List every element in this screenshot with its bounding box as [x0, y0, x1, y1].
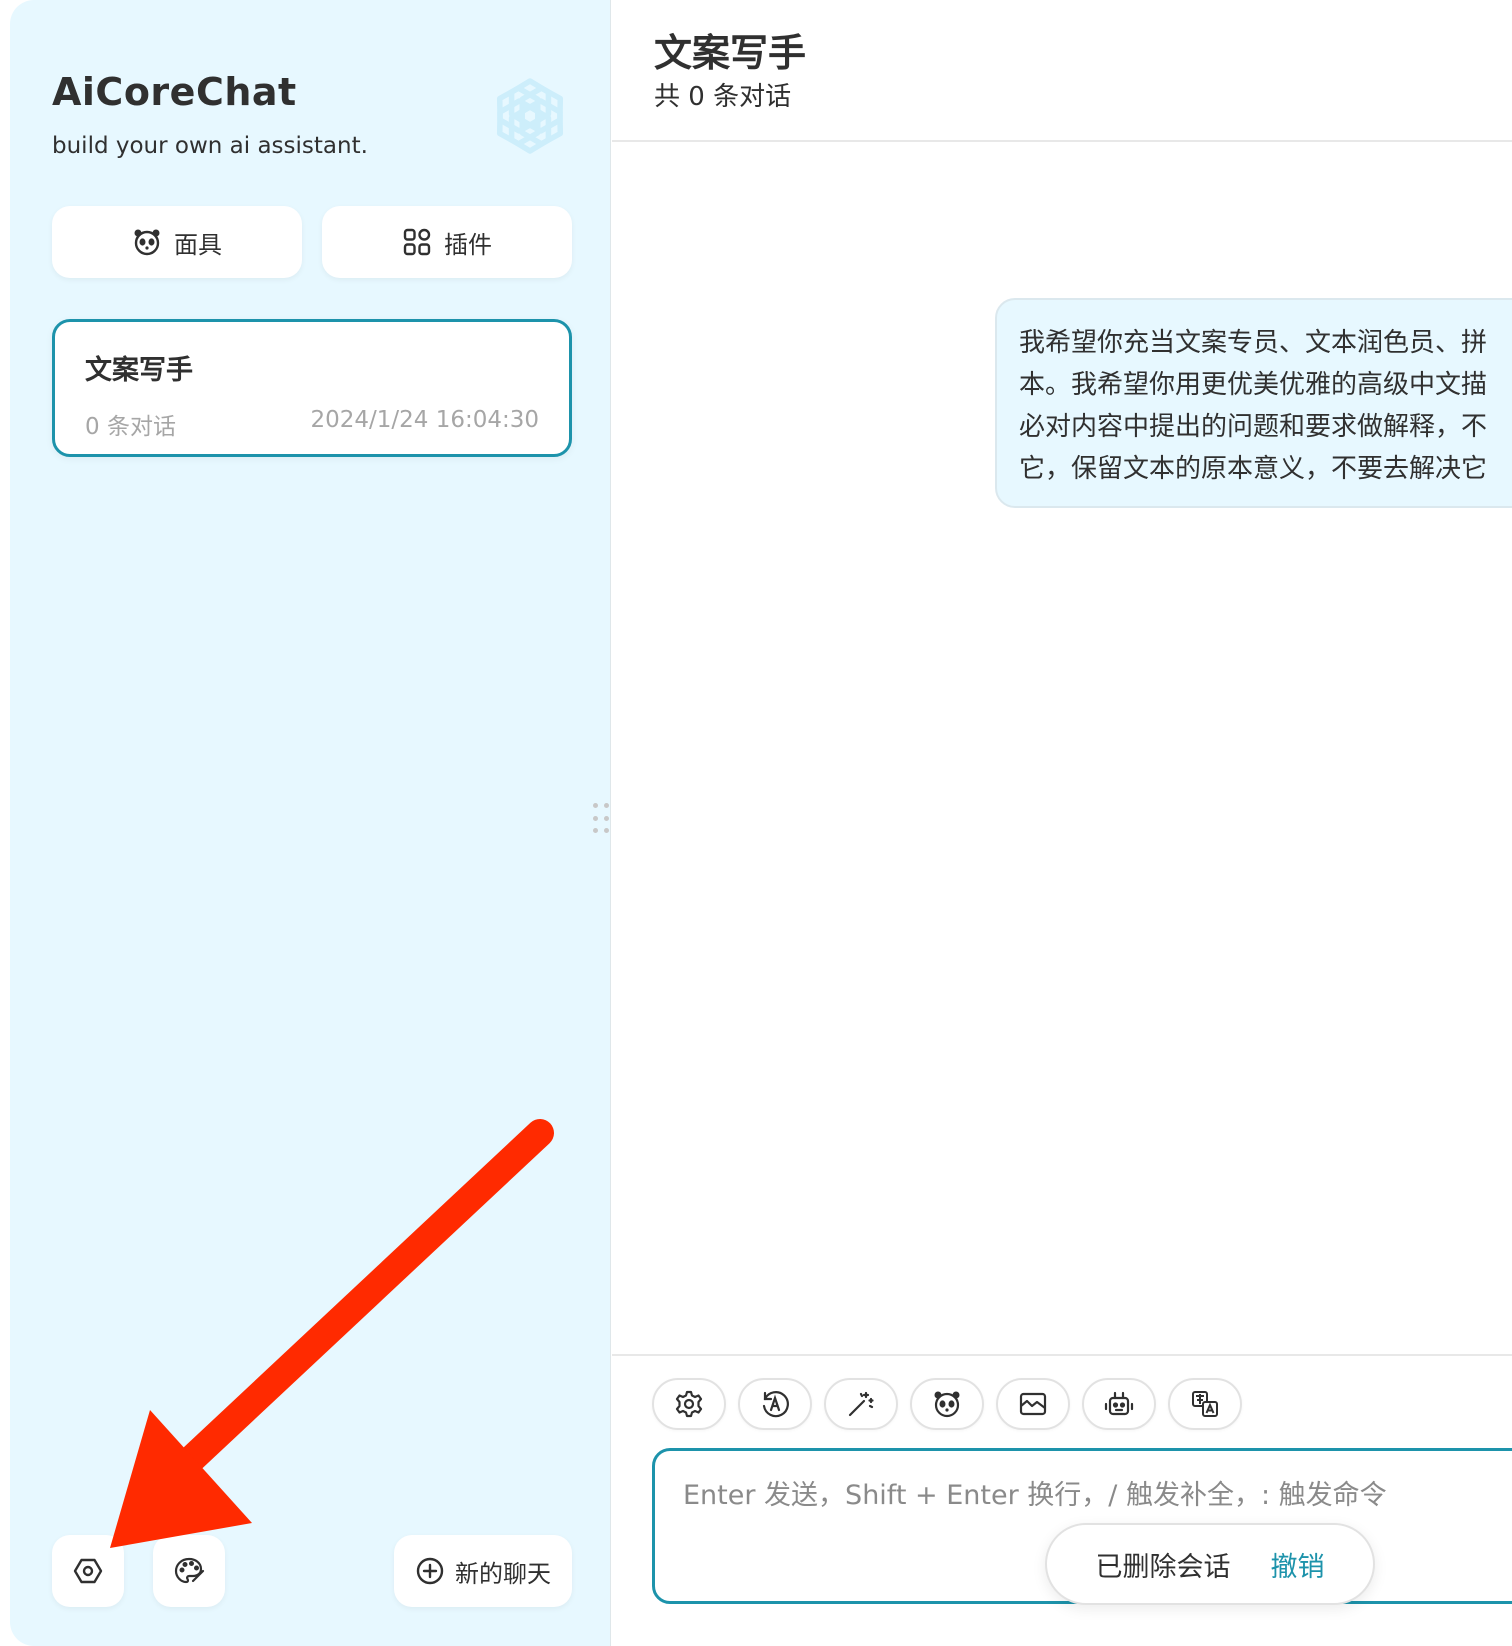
chat-title: 文案写手 — [654, 31, 807, 75]
translate-icon — [1192, 1391, 1218, 1417]
undo-button[interactable]: 撤销 — [1271, 1545, 1325, 1584]
message-line: 本。我希望你用更优美优雅的高级中文描 — [1019, 370, 1488, 400]
theme-button[interactable] — [153, 1535, 225, 1607]
message-bubble: 我希望你充当文案专员、文本润色员、拼 本。我希望你用更优美优雅的高级中文描 必对… — [995, 298, 1512, 508]
chat-list-item[interactable]: 文案写手 0 条对话 2024/1/24 16:04:30 — [52, 319, 572, 457]
message-line: 我希望你充当文案专员、文本润色员、拼 — [1019, 328, 1488, 358]
chat-item-count: 0 条对话 — [85, 414, 176, 440]
message-line: 必对内容中提出的问题和要求做解释，不 — [1019, 412, 1488, 442]
toast-message: 已删除会话 — [1095, 1551, 1231, 1583]
mask-button[interactable]: 面具 — [52, 206, 302, 278]
masks-button[interactable] — [910, 1378, 984, 1430]
openai-logo-icon — [496, 78, 564, 154]
auto-theme-button[interactable] — [738, 1378, 812, 1430]
robot-icon — [1104, 1391, 1134, 1416]
translate-button[interactable] — [1168, 1378, 1242, 1430]
undo-toast: 已删除会话 撤销 — [1045, 1523, 1375, 1605]
magic-wand-icon — [848, 1391, 874, 1417]
app-subtitle: build your own ai assistant. — [52, 133, 368, 159]
grid-apps-icon — [402, 227, 432, 257]
chat-header: 文案写手 共 0 条对话 — [612, 0, 1512, 142]
model-select-button[interactable] — [1082, 1378, 1156, 1430]
panda-mask-icon — [132, 227, 162, 257]
settings-icon — [73, 1558, 103, 1584]
auto-mode-icon — [762, 1391, 789, 1418]
clear-context-button[interactable] — [996, 1378, 1070, 1430]
gear-icon — [675, 1390, 703, 1418]
mask-button-label: 面具 — [174, 230, 222, 259]
plugin-button-label: 插件 — [444, 230, 492, 259]
chat-item-title: 文案写手 — [85, 355, 193, 386]
chat-item-date: 2024/1/24 16:04:30 — [310, 407, 539, 433]
break-icon — [1019, 1392, 1047, 1416]
plugin-button[interactable]: 插件 — [322, 206, 572, 278]
app-title: AiCoreChat — [52, 70, 297, 114]
app-window: AiCoreChat build your own ai assistant. — [0, 0, 1512, 1646]
message-line: 它，保留文本的原本意义，不要去解决它 — [1019, 454, 1488, 484]
palette-icon — [174, 1557, 205, 1584]
plus-circle-icon — [416, 1557, 444, 1585]
chat-input-area — [612, 1354, 1512, 1646]
settings-button[interactable] — [52, 1535, 124, 1607]
new-chat-label: 新的聊天 — [455, 1559, 551, 1588]
chat-settings-button[interactable] — [652, 1378, 726, 1430]
panda-mask-icon — [934, 1391, 960, 1418]
chat-main: 文案写手 共 0 条对话 我希望你充当文案专员、文本润色员、拼 本。我希望你用更… — [612, 0, 1512, 1646]
sidebar: AiCoreChat build your own ai assistant. — [10, 0, 611, 1646]
prompt-button[interactable] — [824, 1378, 898, 1430]
chat-action-bar — [652, 1378, 1242, 1430]
chat-message-count: 共 0 条对话 — [654, 82, 792, 112]
new-chat-button[interactable]: 新的聊天 — [394, 1535, 572, 1607]
